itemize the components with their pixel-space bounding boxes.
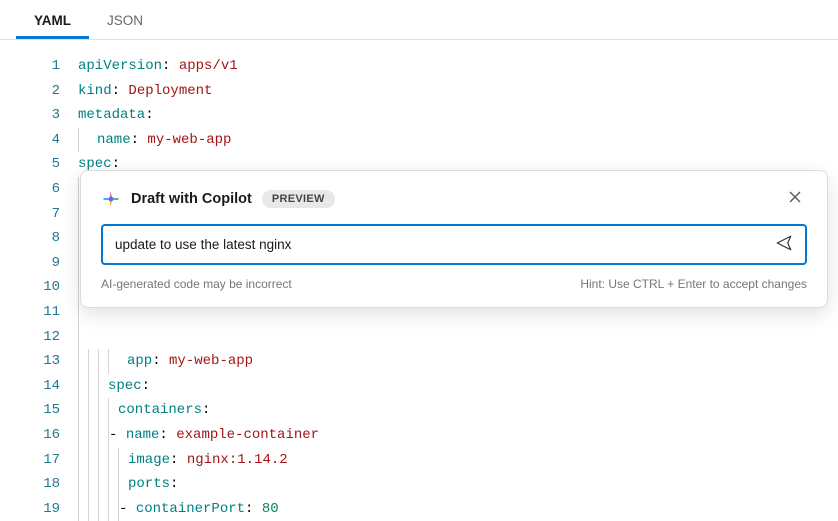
code-line: apiVersion: apps/v1 [78, 54, 838, 79]
close-icon [787, 189, 803, 205]
code-line: ports: [78, 472, 838, 497]
send-icon [775, 234, 793, 252]
line-number: 14 [0, 374, 60, 399]
line-number: 5 [0, 152, 60, 177]
line-number: 13 [0, 349, 60, 374]
line-number: 12 [0, 325, 60, 350]
code-line: spec: [78, 374, 838, 399]
close-button[interactable] [783, 185, 807, 212]
keyboard-hint: Hint: Use CTRL + Enter to accept changes [580, 277, 807, 291]
line-number: 9 [0, 251, 60, 276]
prompt-input-row [101, 224, 807, 265]
line-number: 6 [0, 177, 60, 202]
line-number: 1 [0, 54, 60, 79]
editor-tabs: YAML JSON [0, 0, 838, 40]
code-line: containers: [78, 398, 838, 423]
line-number: 7 [0, 202, 60, 227]
copilot-icon [101, 189, 121, 209]
send-button[interactable] [767, 234, 793, 255]
popup-footer: AI-generated code may be incorrect Hint:… [101, 277, 807, 291]
line-number: 10 [0, 275, 60, 300]
popup-title: Draft with Copilot [131, 191, 252, 207]
code-line [78, 325, 838, 350]
line-gutter: 1 2 3 4 5 6 7 8 9 10 11 12 13 14 15 16 1… [0, 40, 78, 521]
code-line: app: my-web-app [78, 349, 838, 374]
tab-yaml[interactable]: YAML [16, 3, 89, 39]
line-number: 4 [0, 128, 60, 153]
line-number: 17 [0, 448, 60, 473]
code-line: - containerPort: 80 [78, 497, 838, 521]
line-number: 11 [0, 300, 60, 325]
line-number: 19 [0, 497, 60, 521]
code-line: metadata: [78, 103, 838, 128]
line-number: 3 [0, 103, 60, 128]
code-line: name: my-web-app [78, 128, 838, 153]
preview-badge: PREVIEW [262, 190, 335, 208]
line-number: 2 [0, 79, 60, 104]
ai-disclaimer: AI-generated code may be incorrect [101, 277, 292, 291]
code-line: - name: example-container [78, 423, 838, 448]
line-number: 18 [0, 472, 60, 497]
copilot-popup: Draft with Copilot PREVIEW AI-generated … [80, 170, 828, 308]
code-line: image: nginx:1.14.2 [78, 448, 838, 473]
popup-header: Draft with Copilot PREVIEW [101, 185, 807, 212]
tab-json[interactable]: JSON [89, 3, 161, 39]
code-line: kind: Deployment [78, 79, 838, 104]
line-number: 8 [0, 226, 60, 251]
line-number: 16 [0, 423, 60, 448]
copilot-prompt-input[interactable] [115, 237, 767, 252]
line-number: 15 [0, 398, 60, 423]
